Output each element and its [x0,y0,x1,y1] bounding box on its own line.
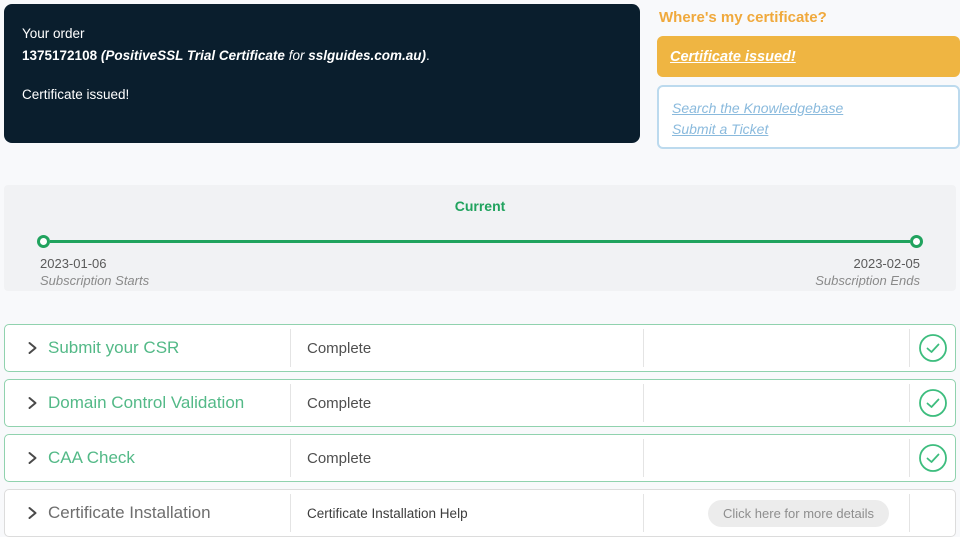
order-status-text: Certificate issued! [22,87,130,103]
order-summary-panel: Your order 1375172108 (PositiveSSL Trial… [4,4,640,143]
certificate-status-column: Where's my certificate? Certificate issu… [657,4,960,149]
certificate-issued-button[interactable]: Certificate issued! [657,36,960,77]
step-row-submit-csr[interactable]: Submit your CSR Complete [4,324,956,372]
step-title-cell: Domain Control Validation [5,380,290,426]
step-check-cell [910,490,955,536]
step-title: Certificate Installation [48,503,211,522]
more-details-button[interactable]: Click here for more details [708,499,889,527]
step-title: Domain Control Validation [48,393,245,412]
subscription-end-label: Subscription Ends [815,273,920,288]
timeline-end-dot [910,235,923,248]
check-circle-icon [918,389,947,417]
step-row-caa-check[interactable]: CAA Check Complete [4,434,956,482]
step-status: Complete [307,449,372,467]
step-title-cell: Submit your CSR [5,325,290,371]
step-action-cell [644,380,909,426]
subscription-end-block: 2023-02-05 Subscription Ends [815,256,920,288]
step-title-cell: CAA Check [5,435,290,481]
chevron-right-icon[interactable] [25,396,39,410]
chevron-right-icon[interactable] [25,506,39,520]
order-domain: sslguides.com.au) [308,47,427,63]
step-title: CAA Check [48,448,135,467]
step-status: Certificate Installation Help [307,505,468,521]
timeline-start-dot [37,235,50,248]
step-status: Complete [307,339,372,357]
subscription-end-date: 2023-02-05 [853,256,921,271]
step-row-domain-control-validation[interactable]: Domain Control Validation Complete [4,379,956,427]
order-intro-label: Your order [22,26,85,41]
check-circle-icon [918,334,947,362]
help-links-panel: Search the Knowledgebase Submit a Ticket [657,85,960,149]
order-period: . [426,47,430,63]
order-details-line: 1375172108 (PositiveSSL Trial Certificat… [22,46,622,66]
order-number: 1375172108 [22,47,98,63]
chevron-right-icon[interactable] [25,341,39,355]
order-connector: for [288,47,305,63]
timeline-track [4,235,956,248]
step-action-cell: Click here for more details [644,490,909,536]
certificate-name: (PositiveSSL Trial Certificate [100,47,285,63]
step-check-cell [910,380,955,426]
top-section: Your order 1375172108 (PositiveSSL Trial… [0,0,960,149]
chevron-right-icon[interactable] [25,451,39,465]
step-check-cell [910,435,955,481]
subscription-start-block: 2023-01-06 Subscription Starts [40,256,149,288]
timeline-line [50,240,910,243]
step-check-cell [910,325,955,371]
step-row-certificate-installation[interactable]: Certificate Installation Certificate Ins… [4,489,956,537]
certificate-issued-button-label: Certificate issued! [670,48,796,65]
subscription-start-date: 2023-01-06 [40,256,107,271]
certificate-steps-list: Submit your CSR Complete Domain Control … [4,324,956,537]
step-title: Submit your CSR [48,338,180,357]
check-circle-icon [918,444,947,472]
step-action-cell [644,435,909,481]
step-status: Complete [307,394,372,412]
search-knowledgebase-link[interactable]: Search the Knowledgebase [672,100,945,116]
wheres-my-certificate-heading: Where's my certificate? [659,9,827,26]
subscription-start-label: Subscription Starts [40,273,150,288]
step-action-cell [644,325,909,371]
submit-ticket-link[interactable]: Submit a Ticket [672,121,945,137]
subscription-timeline-panel: Current 2023-01-06 Subscription Starts 2… [4,185,956,291]
timeline-dates: 2023-01-06 Subscription Starts 2023-02-0… [4,256,956,288]
timeline-current-label: Current [454,198,506,214]
step-title-cell: Certificate Installation [5,490,290,536]
